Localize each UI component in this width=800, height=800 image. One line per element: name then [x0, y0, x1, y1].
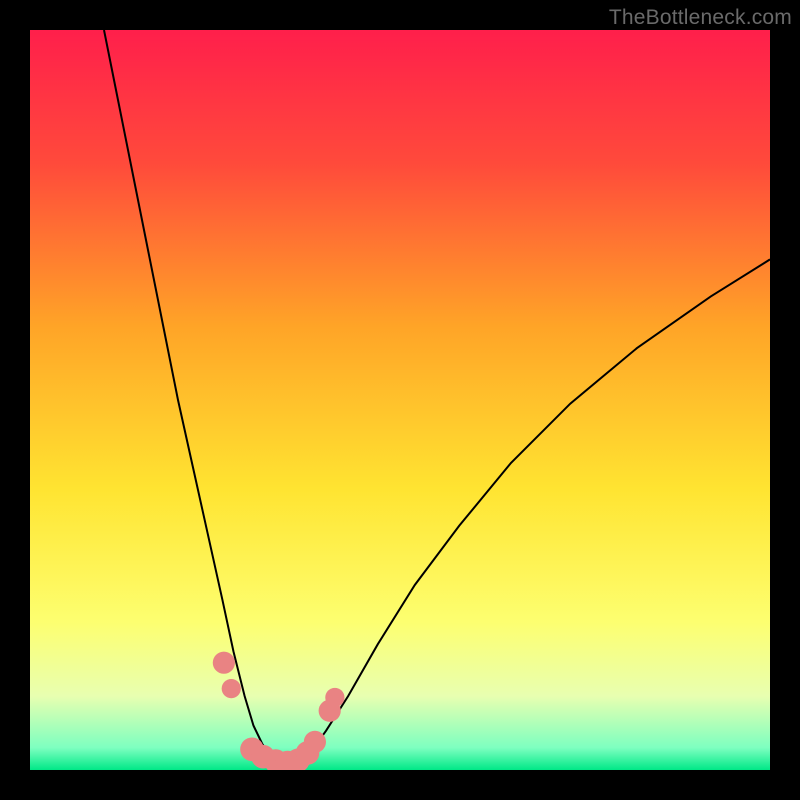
data-marker: [325, 688, 344, 707]
data-marker: [213, 652, 235, 674]
data-marker: [222, 679, 241, 698]
watermark-label: TheBottleneck.com: [609, 6, 792, 30]
curve-layer: [30, 30, 770, 770]
chart-frame: TheBottleneck.com: [0, 0, 800, 800]
data-marker: [304, 731, 326, 753]
plot-area: [30, 30, 770, 770]
series-left-branch: [104, 30, 282, 764]
series-right-branch: [296, 259, 770, 764]
